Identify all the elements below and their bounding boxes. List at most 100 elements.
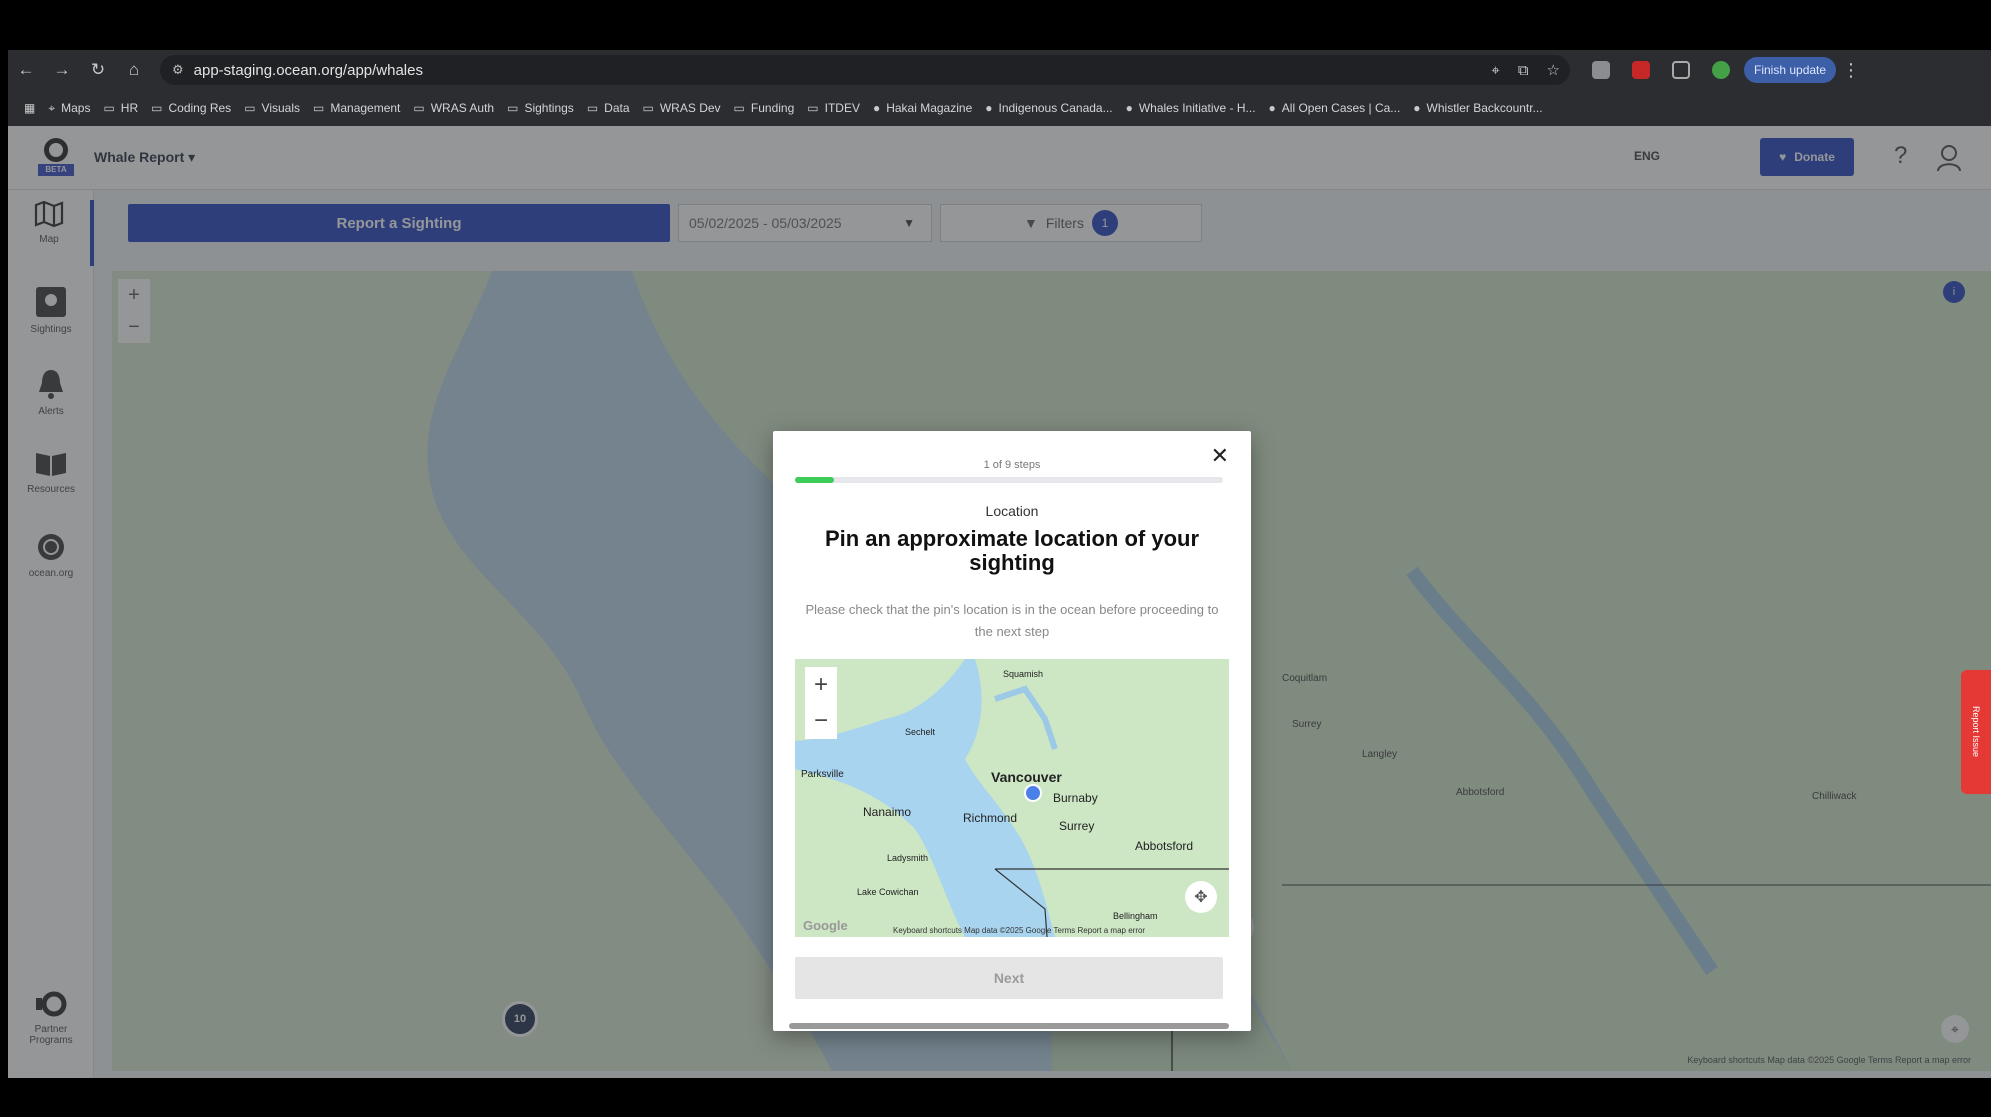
browser-menu-icon[interactable]: ⋮ bbox=[1842, 60, 1860, 81]
bookmark-label: HR bbox=[120, 101, 139, 115]
location-icon[interactable]: ⌖ bbox=[1491, 62, 1499, 79]
section-title: Location bbox=[985, 503, 1039, 519]
map-zoom-out-button[interactable]: − bbox=[118, 311, 150, 343]
back-icon[interactable]: ← bbox=[8, 52, 44, 88]
sidebar-item-map[interactable]: Map bbox=[8, 200, 94, 266]
address-bar[interactable]: ⚙ app-staging.ocean.org/app/whales ⌖ ⧉ ☆ bbox=[160, 55, 1570, 85]
sidebar-item-resources[interactable]: Resources bbox=[8, 450, 94, 495]
help-icon[interactable]: ? bbox=[1894, 142, 1907, 170]
folder-icon: ▭ bbox=[413, 101, 425, 115]
beta-badge: BETA bbox=[38, 163, 74, 176]
partner-label: Partner Programs bbox=[29, 1024, 73, 1046]
app: BETA Whale Report ▾ ENG ♥ Donate ? Map Si… bbox=[8, 126, 1991, 1078]
city-label: Squamish bbox=[1003, 669, 1044, 679]
report-sighting-button[interactable]: Report a Sighting bbox=[128, 204, 670, 242]
map-icon bbox=[34, 200, 64, 228]
next-button[interactable]: Next bbox=[795, 957, 1223, 999]
bookmark-label: WRAS Auth bbox=[430, 101, 495, 115]
progress-fill bbox=[795, 477, 834, 483]
location-pin-icon[interactable] bbox=[1023, 783, 1043, 803]
sidebar: Map Sightings Alerts Resources ocean.org… bbox=[8, 190, 94, 1078]
bookmark-item[interactable]: ▭ HR bbox=[103, 101, 138, 115]
logo[interactable]: BETA bbox=[36, 137, 76, 178]
folder-icon: ▭ bbox=[642, 101, 654, 115]
bookmark-item[interactable]: ⌖ Maps bbox=[48, 101, 90, 116]
app-switcher[interactable]: Whale Report ▾ bbox=[94, 149, 195, 166]
bookmark-item[interactable]: ● All Open Cases | Ca... bbox=[1269, 101, 1401, 115]
step-progress-bar bbox=[795, 477, 1223, 483]
extension-icon[interactable] bbox=[1632, 61, 1650, 79]
partner-logo-icon bbox=[36, 991, 67, 1017]
folder-icon: ▭ bbox=[507, 101, 519, 115]
bookmark-item[interactable]: ▭ Funding bbox=[734, 101, 795, 115]
bookmark-item[interactable]: ▭ WRAS Dev bbox=[643, 101, 721, 115]
donate-label: Donate bbox=[1794, 150, 1835, 164]
sighting-cluster[interactable]: 10 bbox=[502, 1001, 538, 1037]
recenter-icon[interactable]: ✥ bbox=[1185, 881, 1217, 913]
bookmark-item[interactable]: ● Hakai Magazine bbox=[873, 101, 972, 115]
sidebar-label: Map bbox=[39, 234, 59, 245]
zoom-in-button[interactable]: + bbox=[805, 667, 837, 703]
map-pin-icon: ⌖ bbox=[48, 100, 56, 115]
user-icon[interactable] bbox=[1936, 144, 1962, 172]
extension-icon[interactable] bbox=[1592, 61, 1610, 79]
filter-count-badge: 1 bbox=[1091, 210, 1118, 236]
city-label: Richmond bbox=[963, 811, 1018, 825]
profile-icon[interactable] bbox=[1712, 61, 1730, 79]
bookmark-item[interactable]: ▭ ITDEV bbox=[807, 101, 860, 115]
bookmark-item[interactable]: ▭ WRAS Auth bbox=[413, 101, 494, 115]
bookmark-item[interactable]: ▭ Coding Res bbox=[151, 101, 231, 115]
site-icon: ● bbox=[1268, 101, 1276, 115]
dialog-hint: Please check that the pin's location is … bbox=[805, 602, 1219, 639]
language-selector[interactable]: ENG bbox=[1634, 149, 1660, 163]
puzzle-icon[interactable] bbox=[1672, 61, 1690, 79]
date-range-value: 05/02/2025 - 05/03/2025 bbox=[689, 215, 842, 231]
home-icon[interactable]: ⌂ bbox=[116, 52, 152, 88]
bookmark-item[interactable]: ▭ Management bbox=[313, 101, 400, 115]
bookmark-star-icon[interactable]: ☆ bbox=[1547, 61, 1560, 79]
bookmark-label: Data bbox=[604, 101, 630, 115]
folder-icon: ▭ bbox=[313, 101, 325, 115]
partner-programs-link[interactable]: Partner Programs bbox=[8, 990, 94, 1046]
donate-button[interactable]: ♥ Donate bbox=[1760, 138, 1854, 176]
bookmark-item[interactable]: ● Whales Initiative - H... bbox=[1126, 101, 1256, 115]
report-issue-tab[interactable]: Report Issue bbox=[1961, 670, 1991, 794]
sidebar-item-ocean[interactable]: ocean.org bbox=[8, 532, 94, 579]
map-toolbar: Report a Sighting 05/02/2025 - 05/03/202… bbox=[94, 190, 1991, 252]
city-label: Lake Cowichan bbox=[857, 887, 919, 897]
sidebar-item-alerts[interactable]: Alerts bbox=[8, 368, 94, 417]
bookmark-item[interactable]: ▭ Data bbox=[587, 101, 630, 115]
bookmark-label: Sightings bbox=[524, 101, 574, 115]
site-settings-icon[interactable]: ⚙ bbox=[172, 62, 184, 78]
city-label: Ladysmith bbox=[887, 853, 929, 863]
bookmark-label: ITDEV bbox=[824, 101, 860, 115]
bookmarks-bar: ▦ ⌖ Maps ▭ HR ▭ Coding Res ▭ Visuals ▭ Management… bbox=[8, 90, 1991, 126]
reload-icon[interactable]: ↻ bbox=[80, 52, 116, 88]
bookmark-item[interactable]: ▭ Visuals bbox=[244, 101, 300, 115]
city-label: Abbotsford bbox=[1135, 839, 1194, 853]
date-range-picker[interactable]: 05/02/2025 - 05/03/2025 ▼ bbox=[678, 204, 932, 242]
bookmark-label: Whistler Backcountr... bbox=[1426, 101, 1543, 115]
finish-update-button[interactable]: Finish update bbox=[1744, 57, 1837, 83]
filters-label: Filters bbox=[1045, 215, 1084, 231]
bookmark-label: Maps bbox=[61, 101, 91, 115]
bookmark-item[interactable]: ● Whistler Backcountr... bbox=[1413, 101, 1542, 115]
location-picker-map[interactable]: + − Squamish Sechelt Parksville Vancouve… bbox=[795, 659, 1229, 937]
dialog-scrollbar[interactable] bbox=[789, 1023, 1229, 1029]
sidebar-item-sightings[interactable]: Sightings bbox=[8, 286, 94, 335]
bookmark-label: Indigenous Canada... bbox=[998, 101, 1113, 115]
bookmark-label: Hakai Magazine bbox=[886, 101, 973, 115]
bookmark-item[interactable]: ● Indigenous Canada... bbox=[985, 101, 1112, 115]
zoom-out-button[interactable]: − bbox=[805, 703, 837, 739]
apps-icon[interactable]: ▦ bbox=[24, 101, 35, 115]
info-icon[interactable]: i bbox=[1943, 281, 1965, 303]
map-zoom-in-button[interactable]: + bbox=[118, 279, 150, 311]
filters-button[interactable]: ▼ Filters 1 bbox=[940, 204, 1202, 242]
report-sighting-dialog: ✕ 1 of 9 steps Location Pin an approxima… bbox=[773, 431, 1251, 1031]
heart-icon: ♥ bbox=[1779, 150, 1787, 164]
forward-icon[interactable]: → bbox=[44, 52, 80, 88]
sidebar-label: Sightings bbox=[30, 324, 72, 335]
bookmark-item[interactable]: ▭ Sightings bbox=[507, 101, 574, 115]
install-icon[interactable]: ⧉ bbox=[1518, 62, 1529, 79]
recenter-icon[interactable]: ⌖ bbox=[1941, 1015, 1969, 1043]
